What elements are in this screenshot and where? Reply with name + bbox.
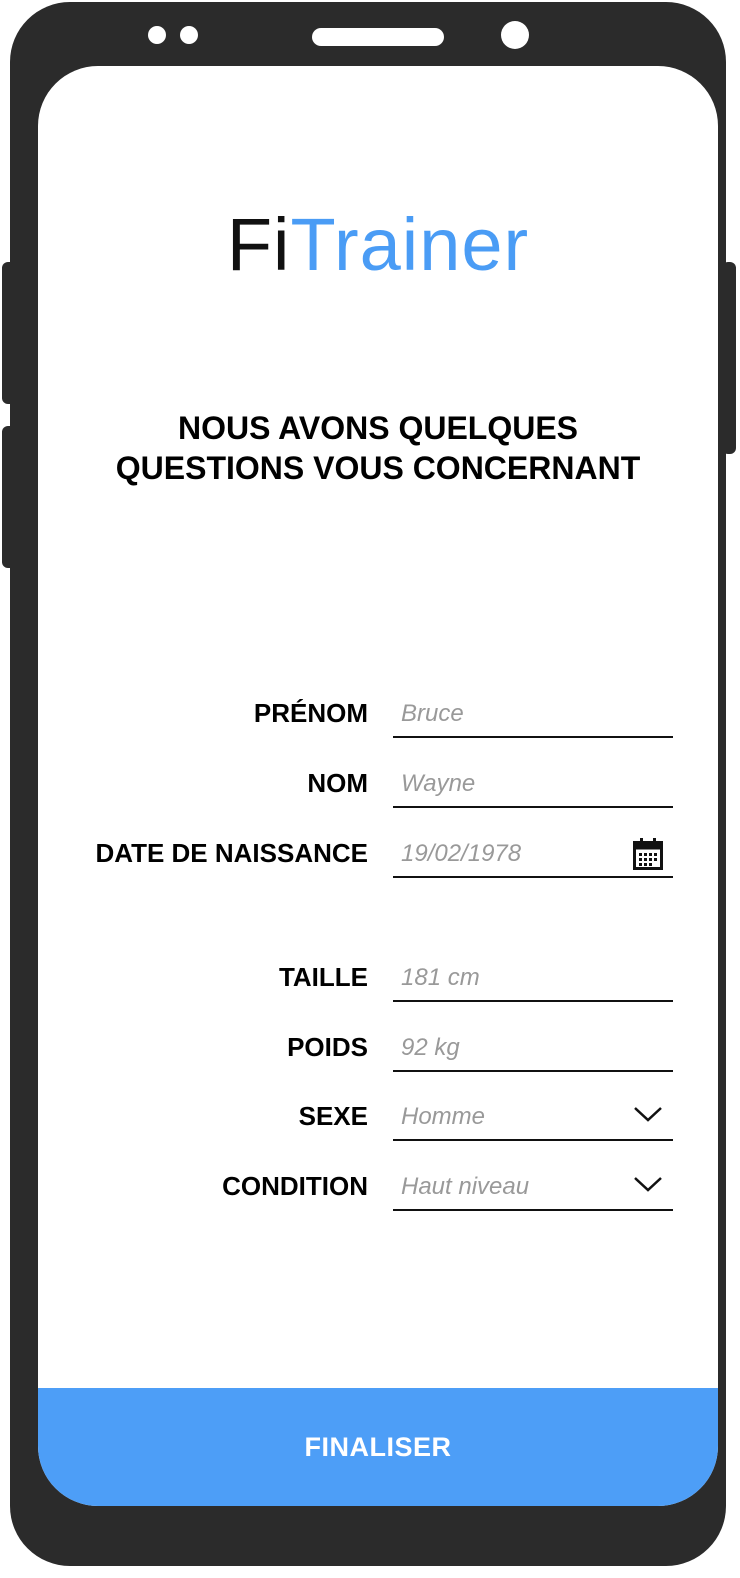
taille-label: TAILLE: [278, 962, 368, 992]
poids-placeholder: 92 kg: [401, 1034, 460, 1061]
chevron-down-icon[interactable]: [633, 1105, 663, 1128]
finaliser-label: FINALISER: [304, 1431, 452, 1462]
form-row-poids: POIDS 92 kg: [38, 1022, 718, 1072]
form-row-nom: NOM Wayne: [38, 758, 718, 808]
prenom-input[interactable]: Bruce: [393, 688, 673, 738]
prenom-label: PRÉNOM: [253, 698, 368, 728]
logo-part-fi: Fi: [226, 203, 291, 286]
form-row-date: DATE DE NAISSANCE 19/02/1978: [38, 828, 718, 878]
sensor-dot: [148, 26, 166, 44]
poids-label: POIDS: [287, 1032, 368, 1062]
nom-placeholder: Wayne: [401, 770, 476, 797]
calendar-icon[interactable]: [633, 838, 663, 875]
sexe-label: SEXE: [298, 1101, 368, 1131]
prenom-placeholder: Bruce: [401, 700, 464, 727]
app-screen: FiTrainer NOUS AVONS QUELQUES QUESTIONS …: [38, 66, 718, 1506]
form-row-prenom: PRÉNOM Bruce: [38, 688, 718, 738]
chevron-down-icon[interactable]: [633, 1175, 663, 1198]
date-label: DATE DE NAISSANCE: [95, 838, 368, 868]
title-line-2: QUESTIONS VOUS CONCERNANT: [115, 450, 641, 486]
condition-label: CONDITION: [222, 1171, 368, 1201]
finaliser-button[interactable]: FINALISER: [38, 1388, 718, 1506]
title-line-1: NOUS AVONS QUELQUES: [177, 410, 579, 446]
front-camera: [501, 21, 529, 49]
date-placeholder: 19/02/1978: [401, 840, 522, 867]
form-row-sexe: SEXE Homme: [38, 1091, 718, 1141]
form-row-taille: TAILLE 181 cm: [38, 952, 718, 1002]
speaker-grille: [312, 28, 444, 46]
condition-value: Haut niveau: [401, 1173, 530, 1200]
taille-input[interactable]: 181 cm: [393, 952, 673, 1002]
page-title: NOUS AVONS QUELQUES QUESTIONS VOUS CONCE…: [38, 408, 718, 488]
poids-input[interactable]: 92 kg: [393, 1022, 673, 1072]
condition-select[interactable]: Haut niveau: [393, 1161, 673, 1211]
logo-part-trainer: Trainer: [290, 203, 530, 286]
sexe-value: Homme: [401, 1103, 486, 1130]
nom-label: NOM: [307, 768, 368, 798]
nom-input[interactable]: Wayne: [393, 758, 673, 808]
taille-placeholder: 181 cm: [401, 964, 480, 991]
form-row-condition: CONDITION Haut niveau: [38, 1161, 718, 1211]
date-input[interactable]: 19/02/1978: [393, 828, 673, 878]
phone-frame: FiTrainer NOUS AVONS QUELQUES QUESTIONS …: [10, 2, 726, 1566]
app-logo: FiTrainer: [38, 202, 718, 287]
sexe-select[interactable]: Homme: [393, 1091, 673, 1141]
sensor-dot: [180, 26, 198, 44]
